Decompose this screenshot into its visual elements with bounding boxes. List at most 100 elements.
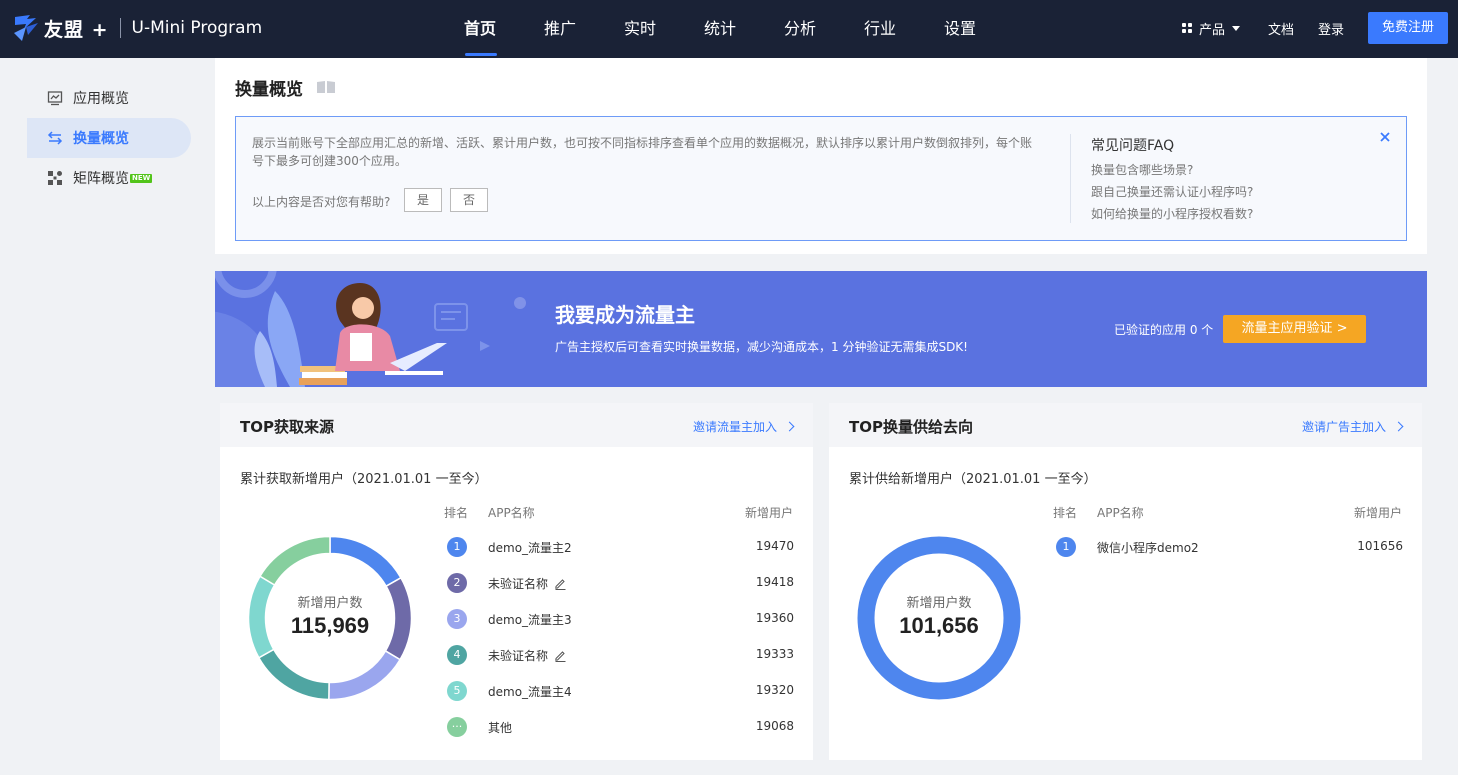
edit-pencil-icon[interactable] <box>554 577 567 590</box>
product-name: U-Mini Program <box>131 18 263 38</box>
link-label: 邀请广告主加入 <box>1301 420 1386 434</box>
donut-label: 新增用户数 <box>906 596 972 611</box>
app-name-cell: demo_流量主3 <box>488 611 572 628</box>
nav-industry[interactable]: 行业 <box>840 0 920 58</box>
app-name-cell: 未验证名称 <box>488 575 567 592</box>
brand-name: 友盟 + <box>44 18 109 41</box>
nav-home[interactable]: 首页 <box>440 0 520 58</box>
donut-chart: 新增用户数 115,969 <box>247 535 413 701</box>
column-header-rank: 排名 <box>1053 506 1078 520</box>
verified-count: 已验证的应用 0 个 <box>1114 323 1214 337</box>
sidebar-item-matrix-overview[interactable]: 矩阵概览 NEW <box>27 158 191 198</box>
panel-header: TOP获取来源 邀请流量主加入 <box>220 403 813 447</box>
rank-badge: 2 <box>447 573 467 593</box>
umeng-logo-icon <box>14 15 38 41</box>
app-name: 其他 <box>488 721 513 735</box>
banner-subtitle: 广告主授权后可查看实时换量数据，减少沟通成本，1 分钟验证无需集成SDK! <box>555 340 968 354</box>
promo-banner: 我要成为流量主 广告主授权后可查看实时换量数据，减少沟通成本，1 分钟验证无需集… <box>215 271 1427 387</box>
products-label: 产品 <box>1198 22 1225 38</box>
main-nav: 首页 推广 实时 统计 分析 行业 设置 <box>440 0 1000 58</box>
banner-illustration <box>215 271 526 387</box>
app-name: 未验证名称 <box>488 649 549 663</box>
rank-badge: ··· <box>447 717 467 737</box>
invite-advertiser-link[interactable]: 邀请广告主加入 <box>1301 418 1404 435</box>
nav-realtime[interactable]: 实时 <box>600 0 680 58</box>
nav-statistics[interactable]: 统计 <box>680 0 760 58</box>
table-row: 3 demo_流量主3 19360 <box>444 601 794 637</box>
sidebar-item-swap-overview[interactable]: 换量概览 <box>27 118 191 158</box>
helpful-question: 以上内容是否对您有帮助? <box>252 195 391 209</box>
top-nav-bar: 友盟 + U-Mini Program 首页 推广 实时 统计 分析 行业 设置… <box>0 0 1458 58</box>
new-users-value: 101656 <box>1357 539 1403 553</box>
verify-app-button[interactable]: 流量主应用验证 > <box>1223 315 1366 343</box>
faq-title: 常见问题FAQ <box>1091 138 1175 154</box>
new-users-value: 19360 <box>755 611 794 625</box>
donut-chart: 新增用户数 101,656 <box>857 536 1021 700</box>
app-name: 微信小程序demo2 <box>1097 541 1199 555</box>
column-header-users: 新增用户 <box>1353 506 1402 520</box>
app-name: demo_流量主2 <box>488 541 572 555</box>
brand-divider <box>119 18 121 38</box>
book-icon[interactable] <box>316 80 336 94</box>
matrix-icon <box>48 171 62 185</box>
link-label: 邀请流量主加入 <box>692 420 777 434</box>
table-row: 2 未验证名称 19418 <box>444 565 794 601</box>
faq-link[interactable]: 换量包含哪些场景? <box>1091 161 1193 178</box>
sidebar-item-label: 应用概览 <box>73 91 129 107</box>
nav-settings[interactable]: 设置 <box>920 0 1000 58</box>
table-row: 1 微信小程序demo2 101656 <box>1053 529 1403 565</box>
panel-title: TOP换量供给去向 <box>849 418 973 436</box>
new-users-value: 19068 <box>755 719 794 733</box>
app-name-cell: 微信小程序demo2 <box>1097 539 1199 556</box>
app-name-cell: demo_流量主2 <box>488 539 572 556</box>
table-row: 1 demo_流量主2 19470 <box>444 529 794 565</box>
rank-badge: 3 <box>447 609 467 629</box>
top-right-actions: 产品 文档 登录 免费注册 <box>1181 12 1448 44</box>
faq-link[interactable]: 如何给换量的小程序授权看数? <box>1091 205 1253 222</box>
edit-pencil-icon[interactable] <box>554 649 567 662</box>
faq-link[interactable]: 跟自己换量还需认证小程序吗? <box>1091 183 1253 200</box>
overview-card: 换量概览 展示当前账号下全部应用汇总的新增、活跃、累计用户数，也可按不同指标排序… <box>215 58 1427 254</box>
donut-segment <box>328 649 402 701</box>
register-button[interactable]: 免费注册 <box>1368 12 1448 44</box>
yes-button[interactable]: 是 <box>404 188 442 212</box>
page-title: 换量概览 <box>235 80 303 100</box>
no-button[interactable]: 否 <box>450 188 488 212</box>
chart-monitor-icon <box>47 91 63 106</box>
products-menu[interactable]: 产品 <box>1181 19 1240 38</box>
donut-segment <box>258 535 331 586</box>
brand-logo[interactable]: 友盟 + U-Mini Program <box>12 12 262 44</box>
rank-badge: 1 <box>447 537 467 557</box>
invite-publisher-link[interactable]: 邀请流量主加入 <box>692 418 795 435</box>
banner-title: 我要成为流量主 <box>555 303 695 327</box>
nav-promote[interactable]: 推广 <box>520 0 600 58</box>
divider <box>1070 134 1071 223</box>
table-row: 5 demo_流量主4 19320 <box>444 673 794 709</box>
donut-total: 115,969 <box>290 613 370 638</box>
donut-label: 新增用户数 <box>297 596 363 611</box>
sidebar-item-app-overview[interactable]: 应用概览 <box>27 78 191 118</box>
donut-segment <box>329 535 402 588</box>
column-header-users: 新增用户 <box>744 506 793 520</box>
panel-subtitle: 累计供给新增用户（2021.01.01 一至今） <box>849 472 1097 487</box>
swap-icon <box>47 131 63 145</box>
caret-down-icon <box>1231 25 1240 31</box>
app-name: demo_流量主4 <box>488 685 572 699</box>
new-users-value: 19333 <box>755 647 794 661</box>
docs-link[interactable]: 文档 <box>1268 19 1294 38</box>
column-header-rank: 排名 <box>444 506 469 520</box>
column-header-app: APP名称 <box>1097 506 1144 520</box>
panel-top-sources: TOP获取来源 邀请流量主加入 累计获取新增用户（2021.01.01 一至今）… <box>220 403 813 760</box>
table-row: 4 未验证名称 19333 <box>444 637 794 673</box>
nav-analysis[interactable]: 分析 <box>760 0 840 58</box>
new-users-value: 19320 <box>755 683 794 697</box>
chevron-right-icon <box>1393 421 1404 432</box>
panel-header: TOP换量供给去向 邀请广告主加入 <box>829 403 1422 447</box>
app-name-cell: demo_流量主4 <box>488 683 572 700</box>
chevron-right-icon <box>784 421 795 432</box>
login-link[interactable]: 登录 <box>1318 19 1344 38</box>
rank-badge: 4 <box>447 645 467 665</box>
close-icon[interactable] <box>1378 130 1392 144</box>
column-header-app: APP名称 <box>488 506 535 520</box>
app-name: 未验证名称 <box>488 577 549 591</box>
